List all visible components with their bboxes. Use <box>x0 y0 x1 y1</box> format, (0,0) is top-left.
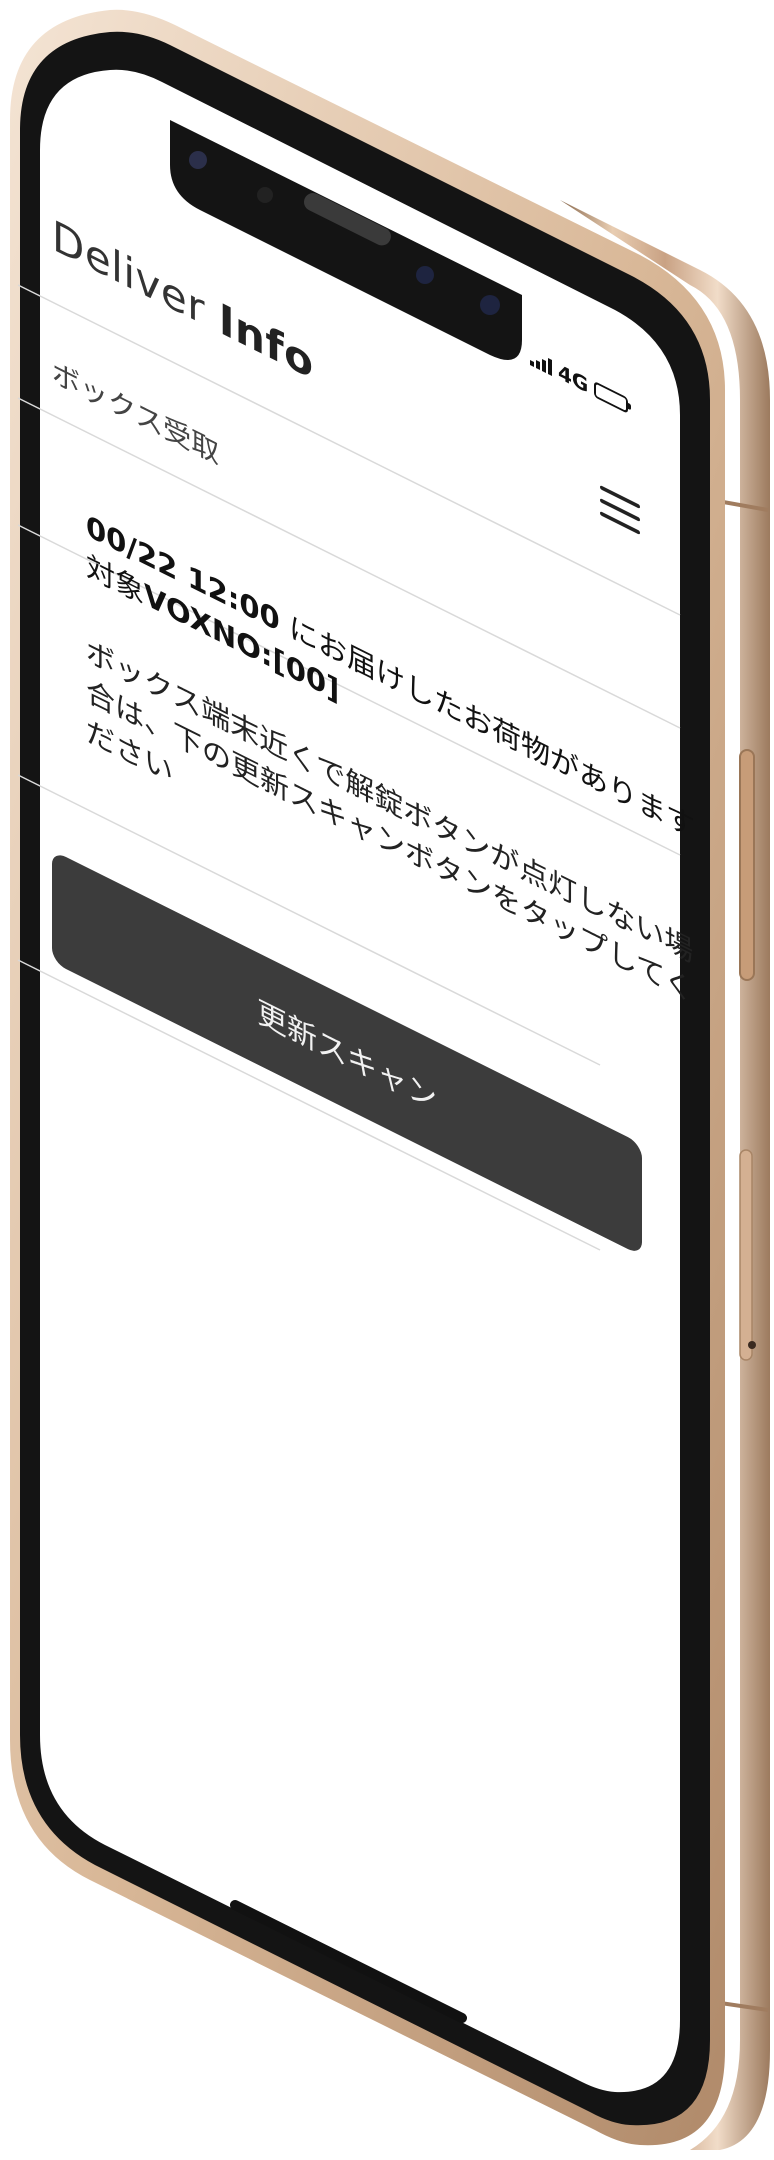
front-camera-icon <box>189 151 207 169</box>
microphone-hole <box>748 1341 756 1349</box>
side-slot <box>739 1149 753 1361</box>
side-button[interactable] <box>739 749 755 981</box>
